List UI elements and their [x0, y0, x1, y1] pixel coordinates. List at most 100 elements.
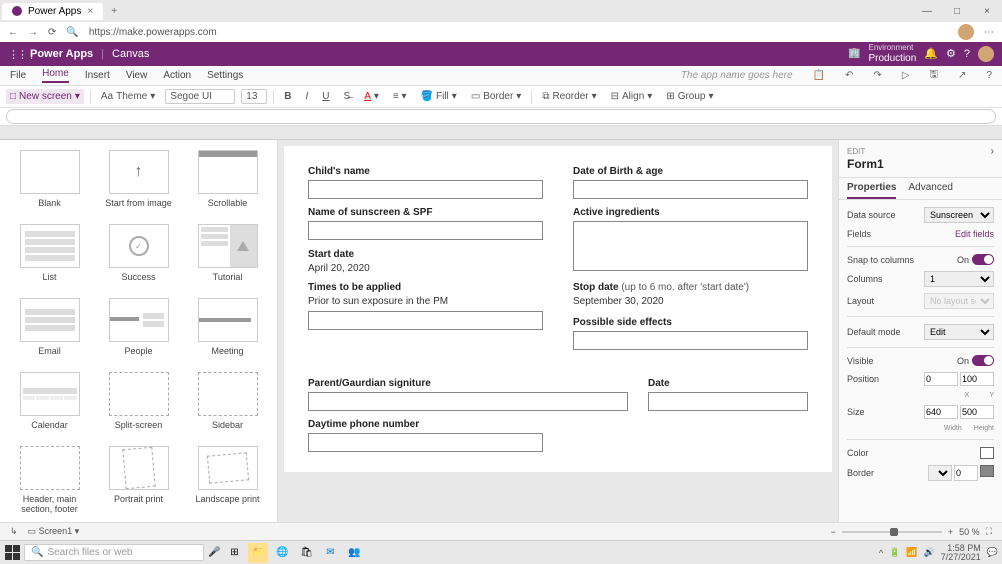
pos-x-input[interactable]	[924, 372, 958, 386]
prop-data-source-select[interactable]: Sunscreen	[924, 207, 994, 223]
maximize-button[interactable]: □	[942, 6, 972, 17]
gallery-item-blank[interactable]: Blank	[6, 146, 93, 218]
zoom-in-button[interactable]: +	[948, 527, 953, 537]
italic-button[interactable]: I	[302, 89, 313, 104]
menu-insert[interactable]: Insert	[85, 70, 110, 81]
zoom-slider[interactable]	[842, 531, 942, 533]
profile-avatar[interactable]	[958, 24, 974, 40]
publish-icon[interactable]: ↗	[958, 70, 966, 81]
prop-layout-select[interactable]: No layout selected	[924, 293, 994, 309]
menu-file[interactable]: File	[10, 70, 26, 81]
strike-button[interactable]: S̶	[340, 89, 355, 104]
edit-fields-link[interactable]: Edit fields	[955, 229, 994, 239]
formula-bar[interactable]	[6, 109, 996, 124]
gallery-item-sidebar[interactable]: Sidebar	[184, 368, 271, 440]
snap-toggle[interactable]	[972, 254, 994, 265]
form-canvas[interactable]: Child's name Date of Birth & age Name of…	[284, 146, 832, 472]
tab-properties[interactable]: Properties	[847, 178, 896, 199]
browser-tab[interactable]: Power Apps ×	[2, 3, 103, 20]
gallery-item-email[interactable]: Email	[6, 294, 93, 366]
notifications-tray-icon[interactable]: 💬	[987, 547, 998, 558]
border-color-swatch[interactable]	[980, 465, 994, 477]
canvas-area[interactable]: Child's name Date of Birth & age Name of…	[278, 140, 838, 530]
app-name-field[interactable]: The app name goes here	[681, 70, 793, 81]
reorder-button[interactable]: ⧉ Reorder ▾	[538, 89, 600, 104]
share-icon[interactable]: 📋	[813, 70, 825, 81]
tray-chevron-icon[interactable]: ^	[879, 548, 883, 558]
pos-y-input[interactable]	[960, 372, 994, 386]
group-button[interactable]: ⊞ Group ▾	[662, 89, 717, 104]
volume-icon[interactable]: 🔊	[924, 547, 935, 558]
forward-icon[interactable]: →	[28, 27, 38, 38]
outlook-icon[interactable]: ✉	[320, 543, 340, 563]
font-color-button[interactable]: A ▾	[360, 89, 383, 104]
fit-icon[interactable]: ⛶	[986, 526, 992, 537]
undo-icon[interactable]: ↶	[845, 70, 853, 81]
battery-icon[interactable]: 🔋	[889, 547, 900, 558]
gallery-item-portrait[interactable]: Portrait print	[95, 442, 182, 524]
zoom-out-button[interactable]: −	[831, 527, 836, 537]
help-icon-2[interactable]: ?	[986, 70, 992, 81]
save-icon[interactable]: 🖫	[930, 67, 939, 84]
gallery-item-tutorial[interactable]: Tutorial	[184, 220, 271, 292]
gallery-item-arrow[interactable]: ↑Start from image	[95, 146, 182, 218]
visible-toggle[interactable]	[972, 355, 994, 366]
taskbar-search[interactable]: 🔍 Search files or web	[24, 544, 204, 561]
edge-icon[interactable]: 🌐	[272, 543, 292, 563]
tab-advanced[interactable]: Advanced	[908, 178, 952, 199]
input-date[interactable]	[648, 392, 808, 411]
teams-icon[interactable]: 👥	[344, 543, 364, 563]
tab-close-icon[interactable]: ×	[87, 6, 93, 17]
more-icon[interactable]: ⋯	[984, 27, 994, 38]
gallery-item-scroll[interactable]: Scrollable	[184, 146, 271, 218]
menu-settings[interactable]: Settings	[207, 70, 243, 81]
minimize-button[interactable]: —	[912, 6, 942, 17]
gallery-item-landscape[interactable]: Landscape print	[184, 442, 271, 524]
gallery-item-people[interactable]: People	[95, 294, 182, 366]
width-input[interactable]	[924, 405, 958, 419]
input-signature[interactable]	[308, 392, 628, 411]
underline-button[interactable]: U	[318, 89, 333, 104]
notifications-icon[interactable]: 🔔	[924, 47, 938, 60]
wifi-icon[interactable]: 📶	[906, 547, 917, 558]
input-phone[interactable]	[308, 433, 543, 452]
input-dob[interactable]	[573, 180, 808, 199]
address-bar[interactable]: https://make.powerapps.com	[89, 27, 948, 38]
gallery-item-success[interactable]: ✓Success	[95, 220, 182, 292]
back-icon[interactable]: ←	[8, 27, 18, 38]
help-icon[interactable]: ?	[964, 48, 970, 60]
gallery-item-calendar[interactable]: Calendar	[6, 368, 93, 440]
gallery-item-meeting[interactable]: Meeting	[184, 294, 271, 366]
input-child-name[interactable]	[308, 180, 543, 199]
menu-view[interactable]: View	[126, 70, 148, 81]
new-tab-button[interactable]: +	[111, 6, 117, 17]
theme-button[interactable]: Aa Theme ▾	[97, 89, 159, 104]
mic-icon[interactable]: 🎤	[208, 547, 220, 558]
screen-indicator[interactable]: ▭ Screen1 ▾	[28, 526, 80, 537]
prop-default-mode-select[interactable]: Edit	[924, 324, 994, 340]
input-sunscreen[interactable]	[308, 221, 543, 240]
task-view-icon[interactable]: ⊞	[224, 543, 244, 563]
explorer-icon[interactable]: 📁	[248, 543, 268, 563]
gallery-item-hmf[interactable]: Header, main section, footer	[6, 442, 93, 524]
gallery-item-split[interactable]: Split-screen	[95, 368, 182, 440]
align-button[interactable]: ⊟ Align ▾	[607, 89, 657, 104]
menu-action[interactable]: Action	[163, 70, 191, 81]
border-width-input[interactable]	[954, 465, 978, 481]
align-text-button[interactable]: ≡ ▾	[389, 89, 411, 104]
menu-home[interactable]: Home	[42, 68, 69, 83]
store-icon[interactable]: 🛍	[296, 543, 316, 563]
font-select[interactable]: Segoe UI	[165, 89, 235, 104]
environment-picker[interactable]: Environment Production	[868, 44, 916, 64]
prop-columns-select[interactable]: 1	[924, 271, 994, 287]
input-ingredients[interactable]	[573, 221, 808, 271]
redo-icon[interactable]: ↷	[873, 70, 881, 81]
font-size-select[interactable]: 13	[241, 89, 267, 104]
tree-icon[interactable]: ↳	[10, 526, 18, 537]
fill-button[interactable]: 🪣 Fill ▾	[417, 89, 461, 104]
height-input[interactable]	[960, 405, 994, 419]
border-style-select[interactable]: —	[928, 465, 952, 481]
start-button[interactable]	[4, 545, 20, 561]
app-launcher-icon[interactable]: ⋮⋮⋮	[8, 48, 22, 61]
gallery-item-list[interactable]: List	[6, 220, 93, 292]
